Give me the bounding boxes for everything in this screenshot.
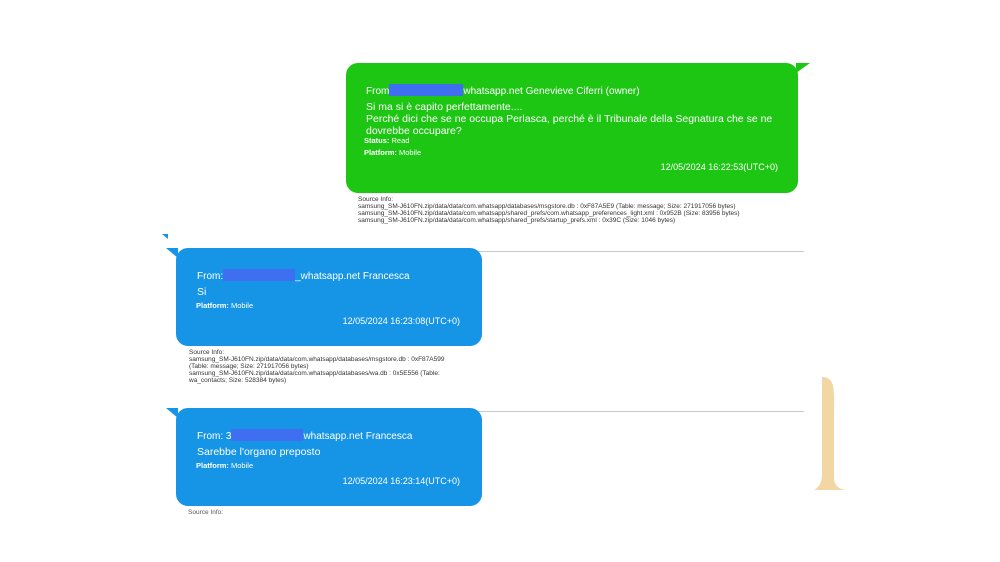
- platform-value: Mobile: [231, 301, 254, 310]
- sender-prefix: From:: [197, 271, 224, 282]
- platform-label: Platform:: [196, 461, 229, 470]
- bubble-tail: [166, 248, 178, 258]
- message-text: Si: [197, 286, 207, 298]
- source-line: samsung_SM-J610FN.zip/data/data/com.what…: [358, 203, 736, 210]
- source-line: samsung_SM-J610FN.zip/data/data/com.what…: [358, 217, 676, 224]
- separator-line: [478, 411, 804, 412]
- redaction-box: [223, 269, 296, 281]
- message-sender: From: 3 whatsapp.net Francesca: [197, 429, 412, 442]
- sender-suffix: whatsapp.net Genevieve Ciferri (owner): [463, 86, 640, 97]
- redaction-box: [389, 84, 464, 96]
- source-line: samsung_SM-J610FN.zip/data/data/com.what…: [189, 370, 440, 377]
- source-line: Source Info:: [358, 196, 394, 203]
- sender-prefix: From: [366, 86, 390, 97]
- message-sender: From: _whatsapp.net Francesca: [197, 269, 410, 282]
- sender-prefix: From: 3: [197, 431, 232, 442]
- bubble-tail: [796, 63, 810, 73]
- message-sender: From whatsapp.net Genevieve Ciferri (owne…: [366, 84, 640, 97]
- message-text: Sarebbe l'organo preposto: [197, 446, 321, 458]
- sender-suffix: whatsapp.net Francesca: [303, 431, 413, 442]
- platform-value: Mobile: [231, 461, 254, 470]
- sender-suffix: _whatsapp.net Francesca: [295, 271, 410, 282]
- message-status: Status: Read: [364, 136, 409, 145]
- source-info: Source Info: samsung_SM-J610FN.zip/data/…: [189, 349, 444, 384]
- source-line: samsung_SM-J610FN.zip/data/data/com.what…: [189, 356, 445, 363]
- message-bubble-incoming: From: _whatsapp.net Francesca Si Platform…: [166, 248, 482, 346]
- message-timestamp: 12/05/2024 16:22:53(UTC+0): [660, 162, 778, 172]
- bubble-tail-fragment: [162, 234, 168, 239]
- separator-line: [478, 251, 804, 252]
- source-info: Source Info: samsung_SM-J610FN.zip/data/…: [358, 196, 740, 224]
- bubble-tail: [166, 408, 178, 418]
- message-platform: Platform: Mobile: [196, 301, 253, 310]
- platform-label: Platform:: [196, 301, 229, 310]
- decorative-bracket-shape: [814, 377, 846, 490]
- message-platform: Platform: Mobile: [364, 148, 421, 157]
- source-line: samsung_SM-J610FN.zip/data/data/com.what…: [358, 210, 740, 217]
- source-line: wa_contacts; Size: 528384 bytes): [189, 377, 287, 384]
- message-timestamp: 12/05/2024 16:23:14(UTC+0): [342, 476, 460, 486]
- source-info-cut: Source Info:: [188, 509, 224, 516]
- message-text: Si ma si è capito perfettamente.... Perc…: [366, 101, 773, 137]
- platform-value: Mobile: [399, 148, 422, 157]
- redaction-box: [231, 429, 304, 441]
- platform-label: Platform:: [364, 148, 397, 157]
- message-bubble-outgoing: From whatsapp.net Genevieve Ciferri (owne…: [346, 63, 810, 193]
- source-line: Source Info:: [189, 349, 225, 356]
- source-line: (Table: message; Size: 271917056 bytes): [189, 363, 309, 370]
- status-label: Status:: [364, 136, 390, 145]
- message-timestamp: 12/05/2024 16:23:08(UTC+0): [342, 316, 460, 326]
- message-platform: Platform: Mobile: [196, 461, 253, 470]
- status-value: Read: [391, 136, 410, 145]
- message-bubble-incoming: From: 3 whatsapp.net Francesca Sarebbe l'…: [166, 408, 482, 506]
